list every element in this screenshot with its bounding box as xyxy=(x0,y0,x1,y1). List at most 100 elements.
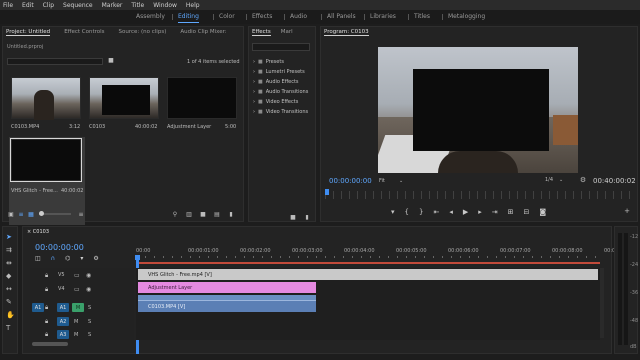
lock-icon[interactable]: 🔒︎ xyxy=(45,318,48,326)
type-tool-icon[interactable]: T xyxy=(6,324,15,332)
workspace-tab-audio[interactable]: Audio xyxy=(290,13,307,20)
mute-button-a1[interactable]: M xyxy=(72,303,84,312)
chevron-right-icon[interactable]: › xyxy=(253,99,255,105)
tab-effect-controls[interactable]: Effect Controls xyxy=(64,29,104,35)
tab-source[interactable]: Source: (no clips) xyxy=(119,29,167,35)
clip-c0103-mp4[interactable]: C0103.MP4 [V] xyxy=(138,300,316,312)
effects-folder-item[interactable]: › ■ Lumetri Presets xyxy=(253,67,315,77)
extract-icon[interactable]: ⊟ xyxy=(524,208,530,216)
wrench-icon[interactable]: ⚙ xyxy=(579,176,587,184)
effects-folder-item[interactable]: › ■ Video Transitions xyxy=(253,107,315,117)
menu-edit[interactable]: Edit xyxy=(22,2,34,9)
track-target-a1[interactable]: A1 xyxy=(57,303,69,312)
tab-markers[interactable]: Marl xyxy=(281,29,293,35)
sort-icon[interactable]: ≡ xyxy=(77,210,85,218)
mark-in-icon[interactable]: { xyxy=(405,208,409,216)
icon-view-icon[interactable]: ▦ xyxy=(27,210,35,218)
hand-tool-icon[interactable]: ✋ xyxy=(6,311,15,319)
selection-tool-icon[interactable]: ➤ xyxy=(6,233,15,241)
tab-project[interactable]: Project: Untitled xyxy=(6,29,51,36)
fit-dropdown[interactable]: Fit xyxy=(379,178,385,184)
effects-folder-item[interactable]: › ■ Video Effects xyxy=(253,97,315,107)
menu-title[interactable]: Title xyxy=(131,2,144,9)
workspace-tab-assembly[interactable]: Assembly xyxy=(136,13,165,20)
source-patch-a1[interactable]: A1 xyxy=(32,303,44,312)
thumbnail-c0103-sequence[interactable] xyxy=(89,77,159,119)
effects-folder-item[interactable]: › ■ Presets xyxy=(253,57,315,67)
trash-icon[interactable]: ▮ xyxy=(303,213,311,221)
solo-button-a3[interactable]: S xyxy=(88,332,91,338)
clip-vhs-glitch[interactable]: VHS Glitch - Free.mp4 [V] xyxy=(138,269,598,280)
program-current-timecode[interactable]: 00:00:00:00 xyxy=(329,177,372,185)
mute-button-a3[interactable]: M xyxy=(74,332,78,338)
tab-effects[interactable]: Effects xyxy=(252,29,271,36)
automate-icon[interactable]: ▥ xyxy=(185,210,193,218)
timeline-timecode[interactable]: 00:00:00:00 xyxy=(35,243,84,252)
zoom-slider-handle[interactable] xyxy=(39,211,44,216)
step-forward-icon[interactable]: ▸ xyxy=(478,208,482,216)
new-bin-icon[interactable]: ■ xyxy=(107,56,115,64)
sequence-tab[interactable]: × C0103 xyxy=(27,229,49,235)
menu-sequence[interactable]: Sequence xyxy=(63,2,93,9)
thumbnail-vhs-glitch[interactable] xyxy=(10,138,82,182)
resolution-dropdown[interactable]: 1/4 xyxy=(545,177,553,183)
thumbnail-c0103-mp4[interactable] xyxy=(11,77,81,120)
effects-folder-item[interactable]: › ■ Audio Effects xyxy=(253,77,315,87)
lift-icon[interactable]: ⊞ xyxy=(508,208,514,216)
program-video-frame[interactable] xyxy=(378,47,578,173)
trash-icon[interactable]: ▮ xyxy=(227,210,235,218)
slip-tool-icon[interactable]: ↔ xyxy=(6,285,15,293)
new-item-icon[interactable]: ▤ xyxy=(213,210,221,218)
menu-clip[interactable]: Clip xyxy=(43,2,54,9)
toggle-sync-lock-icon[interactable]: ▭ xyxy=(74,272,80,279)
workspace-tab-editing[interactable]: Editing xyxy=(178,13,199,23)
linked-selection-icon[interactable]: ⌬ xyxy=(65,255,70,262)
chevron-right-icon[interactable]: › xyxy=(253,89,255,95)
lock-icon[interactable]: 🔒︎ xyxy=(45,272,48,280)
chevron-right-icon[interactable]: › xyxy=(253,59,255,65)
chevron-down-icon[interactable]: ⌄ xyxy=(399,178,403,184)
chevron-right-icon[interactable]: › xyxy=(253,69,255,75)
insert-sequence-icon[interactable]: ◫ xyxy=(35,255,41,262)
new-bin-icon[interactable]: ■ xyxy=(289,213,297,221)
menu-marker[interactable]: Marker xyxy=(102,2,123,9)
menu-help[interactable]: Help xyxy=(186,2,200,9)
lock-icon[interactable]: ▣ xyxy=(7,210,15,218)
go-to-out-icon[interactable]: ⇥ xyxy=(492,208,498,216)
track-target-a3[interactable]: A3 xyxy=(57,330,69,339)
list-view-icon[interactable]: ≡ xyxy=(17,210,25,218)
program-playhead[interactable] xyxy=(325,189,329,195)
solo-button-a2[interactable]: S xyxy=(88,319,91,325)
folder-icon[interactable]: ■ xyxy=(199,210,207,218)
toggle-sync-lock-icon[interactable]: ▭ xyxy=(74,286,80,293)
work-area-bar[interactable] xyxy=(136,262,600,264)
track-select-icon[interactable]: ⇉ xyxy=(6,246,15,254)
play-icon[interactable]: ▶ xyxy=(463,208,468,216)
effects-search-input[interactable] xyxy=(252,43,310,51)
pen-tool-icon[interactable]: ✎ xyxy=(6,298,15,306)
add-marker-icon[interactable]: ▾ xyxy=(391,208,395,216)
timeline-scrollbar[interactable] xyxy=(32,342,68,346)
snap-icon[interactable]: ∩ xyxy=(51,255,55,262)
chevron-right-icon[interactable]: › xyxy=(253,79,255,85)
playhead-handle[interactable] xyxy=(135,255,140,260)
lock-icon[interactable]: 🔒︎ xyxy=(45,304,48,312)
search-icon[interactable]: ⚲ xyxy=(171,210,179,218)
lock-icon[interactable]: 🔒︎ xyxy=(45,286,48,294)
step-back-icon[interactable]: ◂ xyxy=(449,208,453,216)
tab-audio-clip-mixer[interactable]: Audio Clip Mixer: xyxy=(180,29,226,35)
workspace-tab-effects[interactable]: Effects xyxy=(252,13,272,20)
program-mini-ruler[interactable] xyxy=(325,191,635,199)
menu-file[interactable]: File xyxy=(3,2,13,9)
mute-button-a2[interactable]: M xyxy=(74,319,78,325)
thumbnail-adjustment-layer[interactable] xyxy=(167,77,237,119)
workspace-tab-libraries[interactable]: Libraries xyxy=(370,13,396,20)
add-marker-icon[interactable]: ▾ xyxy=(80,255,83,262)
workspace-tab-color[interactable]: Color xyxy=(219,13,235,20)
eye-icon[interactable]: ◉ xyxy=(86,272,91,279)
timeline-settings-icon[interactable]: ⚙ xyxy=(93,255,98,262)
mark-out-icon[interactable]: } xyxy=(419,208,423,216)
razor-tool-icon[interactable]: ◆ xyxy=(6,272,15,280)
track-target-a2[interactable]: A2 xyxy=(57,317,69,326)
tab-program[interactable]: Program: C0103 xyxy=(324,29,369,36)
